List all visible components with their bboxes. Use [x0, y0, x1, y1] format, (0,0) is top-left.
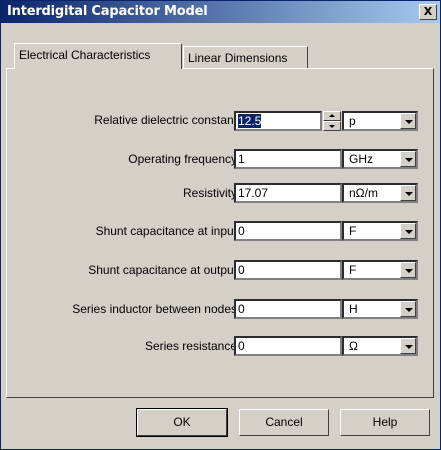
shunt-output-unit-select[interactable]: F	[342, 260, 418, 280]
resistivity-input[interactable]: 17.07	[234, 183, 342, 203]
shunt-capacitance-output-field[interactable]: 0	[234, 260, 342, 280]
cancel-button[interactable]: Cancel	[239, 409, 329, 436]
chevron-down-icon[interactable]	[400, 338, 416, 354]
label-series-inductor: Series inductor between nodes	[72, 302, 237, 316]
dielectric-constant-spinner[interactable]	[323, 111, 341, 131]
window-title: Interdigital Capacitor Model	[7, 4, 208, 19]
spin-up-icon[interactable]	[323, 111, 341, 121]
dialog-window: Interdigital Capacitor Model X Electrica…	[0, 0, 441, 450]
chevron-down-icon[interactable]	[400, 301, 416, 317]
chevron-down-icon[interactable]	[400, 151, 416, 167]
label-resistivity: Resistivity	[182, 186, 237, 200]
title-bar[interactable]: Interdigital Capacitor Model X	[1, 1, 440, 23]
resistivity-unit-select[interactable]: nΩ/m	[342, 183, 418, 203]
dielectric-constant-input[interactable]: 12.5	[234, 111, 322, 131]
label-series-resistance: Series resistance	[144, 339, 237, 353]
series-inductor-input[interactable]: 0	[234, 299, 342, 319]
label-shunt-capacitance-output: Shunt capacitance at output	[88, 263, 237, 277]
frequency-unit-select[interactable]: GHz	[342, 149, 418, 169]
chevron-down-icon[interactable]	[400, 185, 416, 201]
shunt-input-unit-select[interactable]: F	[342, 221, 418, 241]
help-button[interactable]: Help	[340, 409, 430, 436]
tab-electrical-characteristics[interactable]: Electrical Characteristics	[14, 43, 182, 69]
label-operating-frequency: Operating frequency	[128, 152, 237, 166]
resistance-unit-select[interactable]: Ω	[342, 336, 418, 356]
label-relative-dielectric-constant: Relative dielectric constant	[94, 113, 237, 127]
chevron-down-icon[interactable]	[400, 113, 416, 129]
close-button[interactable]: X	[419, 4, 437, 20]
operating-frequency-input[interactable]: 1	[234, 149, 342, 169]
chevron-down-icon[interactable]	[400, 223, 416, 239]
spin-down-icon[interactable]	[323, 121, 341, 131]
inductor-unit-select[interactable]: H	[342, 299, 418, 319]
tab-label: Electrical Characteristics	[19, 48, 151, 62]
tab-linear-dimensions[interactable]: Linear Dimensions	[183, 46, 308, 68]
label-shunt-capacitance-input: Shunt capacitance at input	[95, 224, 237, 238]
series-resistance-input[interactable]: 0	[234, 336, 342, 356]
shunt-capacitance-input-field[interactable]: 0	[234, 221, 342, 241]
chevron-down-icon[interactable]	[400, 262, 416, 278]
tab-panel: Relative dielectric constant 12.5 p Oper…	[6, 68, 434, 398]
ok-button[interactable]: OK	[136, 408, 228, 437]
dielectric-unit-select[interactable]: p	[342, 111, 418, 131]
tab-label: Linear Dimensions	[188, 51, 288, 65]
